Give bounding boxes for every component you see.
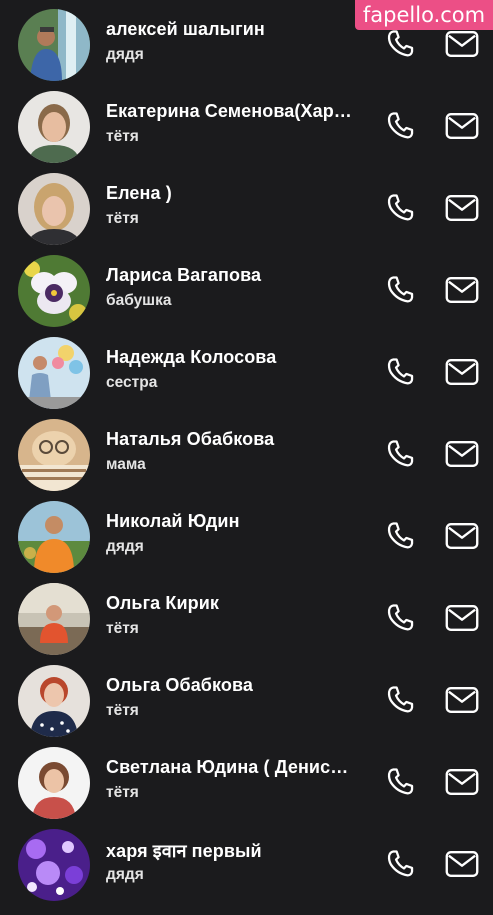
phone-icon [384,601,418,635]
contact-name: Екатерина Семенова(Хар… [106,101,352,121]
contact-relation: тётя [106,128,139,145]
mail-icon [444,847,480,881]
phone-icon [384,109,418,143]
call-button[interactable] [384,683,418,717]
phone-icon [384,191,418,225]
contact-name: Николай Юдин [106,511,240,531]
phone-icon [384,519,418,553]
message-button[interactable] [444,683,480,717]
avatar[interactable] [18,173,90,245]
mail-icon [444,437,480,471]
contact-row[interactable]: Екатерина Семенова(Хар… тётя [0,86,493,168]
message-button[interactable] [444,765,480,799]
mail-icon [444,27,480,61]
phone-icon [384,437,418,471]
contact-row[interactable]: Лариса Вагапова бабушка [0,250,493,332]
call-button[interactable] [384,109,418,143]
contact-name: харя इवान первый [106,841,262,861]
contact-name: Ольга Обабкова [106,675,254,695]
message-button[interactable] [444,273,480,307]
mail-icon [444,273,480,307]
message-button[interactable] [444,847,480,881]
avatar[interactable] [18,419,90,491]
contact-name: Лариса Вагапова [106,265,262,285]
contact-relation: тётя [106,620,139,637]
call-button[interactable] [384,601,418,635]
contact-row[interactable]: харя इवान первый дядя [0,824,493,906]
contact-row[interactable]: Надежда Колосова сестра [0,332,493,414]
contact-row[interactable]: Ольга Кирик тётя [0,578,493,660]
avatar[interactable] [18,665,90,737]
message-button[interactable] [444,519,480,553]
call-button[interactable] [384,519,418,553]
contact-row[interactable]: Елена ) тётя [0,168,493,250]
contact-relation: бабушка [106,292,172,309]
message-button[interactable] [444,191,480,225]
contact-row[interactable]: Николай Юдин дядя [0,496,493,578]
mail-icon [444,355,480,389]
message-button[interactable] [444,109,480,143]
contact-name: Светлана Юдина ( Денис… [106,757,349,777]
call-button[interactable] [384,437,418,471]
mail-icon [444,765,480,799]
contact-name: Наталья Обабкова [106,429,275,449]
call-button[interactable] [384,27,418,61]
phone-icon [384,27,418,61]
avatar[interactable] [18,501,90,573]
message-button[interactable] [444,355,480,389]
phone-icon [384,847,418,881]
avatar[interactable] [18,583,90,655]
mail-icon [444,683,480,717]
message-button[interactable] [444,27,480,61]
call-button[interactable] [384,847,418,881]
contact-name: Надежда Колосова [106,347,277,367]
avatar[interactable] [18,255,90,327]
avatar[interactable] [18,9,90,81]
contact-row[interactable]: Наталья Обабкова мама [0,414,493,496]
phone-icon [384,273,418,307]
avatar[interactable] [18,829,90,901]
contact-row[interactable]: Светлана Юдина ( Денис… тётя [0,742,493,824]
contact-relation: дядя [106,866,144,883]
contact-name: Елена ) [106,183,172,203]
mail-icon [444,601,480,635]
avatar[interactable] [18,91,90,163]
call-button[interactable] [384,355,418,389]
phone-icon [384,683,418,717]
contact-name: Ольга Кирик [106,593,219,613]
message-button[interactable] [444,437,480,471]
avatar[interactable] [18,747,90,819]
mail-icon [444,519,480,553]
avatar[interactable] [18,337,90,409]
contact-relation: тётя [106,210,139,227]
watermark-label: fapello.com [355,0,493,30]
call-button[interactable] [384,765,418,799]
message-button[interactable] [444,601,480,635]
contact-relation: сестра [106,374,158,391]
call-button[interactable] [384,273,418,307]
contact-name: алексей шалыгин [106,19,265,39]
mail-icon [444,109,480,143]
contact-relation: мама [106,456,146,473]
call-button[interactable] [384,191,418,225]
contact-row[interactable]: Ольга Обабкова тётя [0,660,493,742]
contact-relation: дядя [106,538,144,555]
contact-relation: тётя [106,784,139,801]
phone-icon [384,355,418,389]
contact-relation: дядя [106,46,144,63]
phone-icon [384,765,418,799]
contact-relation: тётя [106,702,139,719]
mail-icon [444,191,480,225]
